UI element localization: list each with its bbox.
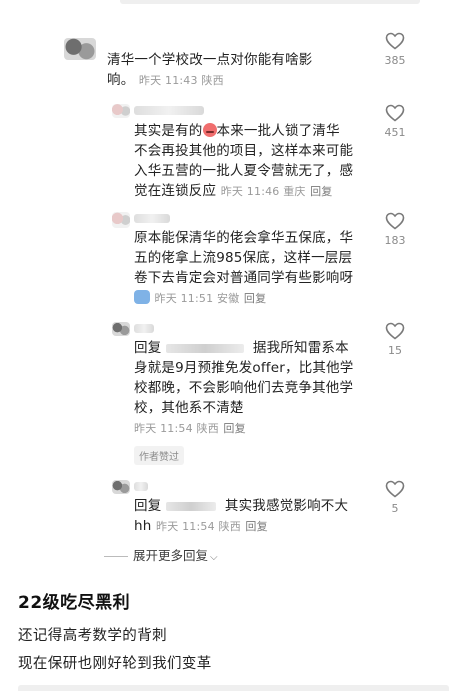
post-title: 22级吃尽黑利: [18, 593, 131, 613]
avatar[interactable]: [112, 104, 130, 118]
redacted-username: [165, 343, 244, 353]
reply-button[interactable]: 回复: [310, 185, 332, 198]
comment-text: 清华一个学校改一点对你能有啥影 响。 昨天 11:43 陕西: [107, 52, 313, 88]
reply-button[interactable]: 回复: [245, 520, 267, 533]
like-count: 451: [384, 126, 406, 139]
avatar[interactable]: [112, 480, 130, 494]
like-count: 5: [391, 502, 399, 515]
heart-icon: [385, 104, 405, 122]
redacted-username: [165, 501, 216, 511]
post-body-line: 还记得高考数学的背刺: [18, 628, 167, 644]
top-divider: [120, 0, 420, 4]
expand-more-replies[interactable]: 展开更多回复 ⌵: [104, 545, 218, 564]
divider: [104, 556, 128, 557]
like-button[interactable]: 15: [378, 322, 412, 357]
comment-text: 回复 据我所知雷系本 身就是9月预推免发offer，比其他学 校都晚，不会影响他…: [134, 340, 354, 435]
like-button[interactable]: 451: [378, 104, 412, 139]
comment-text: 原本能保清华的佬会拿华五保底，华 五的佬拿上流985保底，这样一层层 卷下去肯定…: [134, 230, 354, 305]
like-count: 183: [384, 234, 406, 247]
emoji-icon: [202, 123, 217, 137]
like-button[interactable]: 5: [378, 480, 412, 515]
avatar[interactable]: [112, 322, 130, 336]
avatar[interactable]: [64, 38, 96, 60]
heart-icon: [385, 480, 405, 498]
avatar[interactable]: [112, 212, 130, 228]
heart-icon: [385, 212, 405, 230]
reply-button[interactable]: 回复: [223, 422, 245, 435]
sticker-icon: [134, 290, 150, 304]
comment-text: 回复 其实我感觉影响不大 hh 昨天 11:54 陕西 回复: [134, 498, 349, 534]
post-body-line: 现在保研也刚好轮到我们变革: [18, 656, 212, 672]
author-liked-badge: 作者赞过: [134, 446, 184, 465]
chevron-down-icon: ⌵: [210, 552, 218, 563]
heart-icon: [385, 32, 405, 50]
comment-text: 其实是有的 本来一批人锁了清华 不会再投其他的项目，这样本来可能 入华五营的一批人…: [134, 123, 354, 199]
username[interactable]: [134, 106, 204, 115]
like-count: 385: [384, 54, 406, 67]
like-count: 15: [388, 344, 402, 357]
username[interactable]: [134, 482, 148, 491]
bottom-divider: [18, 685, 449, 691]
like-button[interactable]: 183: [378, 212, 412, 247]
reply-button[interactable]: 回复: [244, 292, 266, 305]
username[interactable]: [134, 324, 154, 333]
heart-icon: [385, 322, 405, 340]
like-button[interactable]: 385: [378, 32, 412, 67]
username[interactable]: [134, 214, 170, 223]
